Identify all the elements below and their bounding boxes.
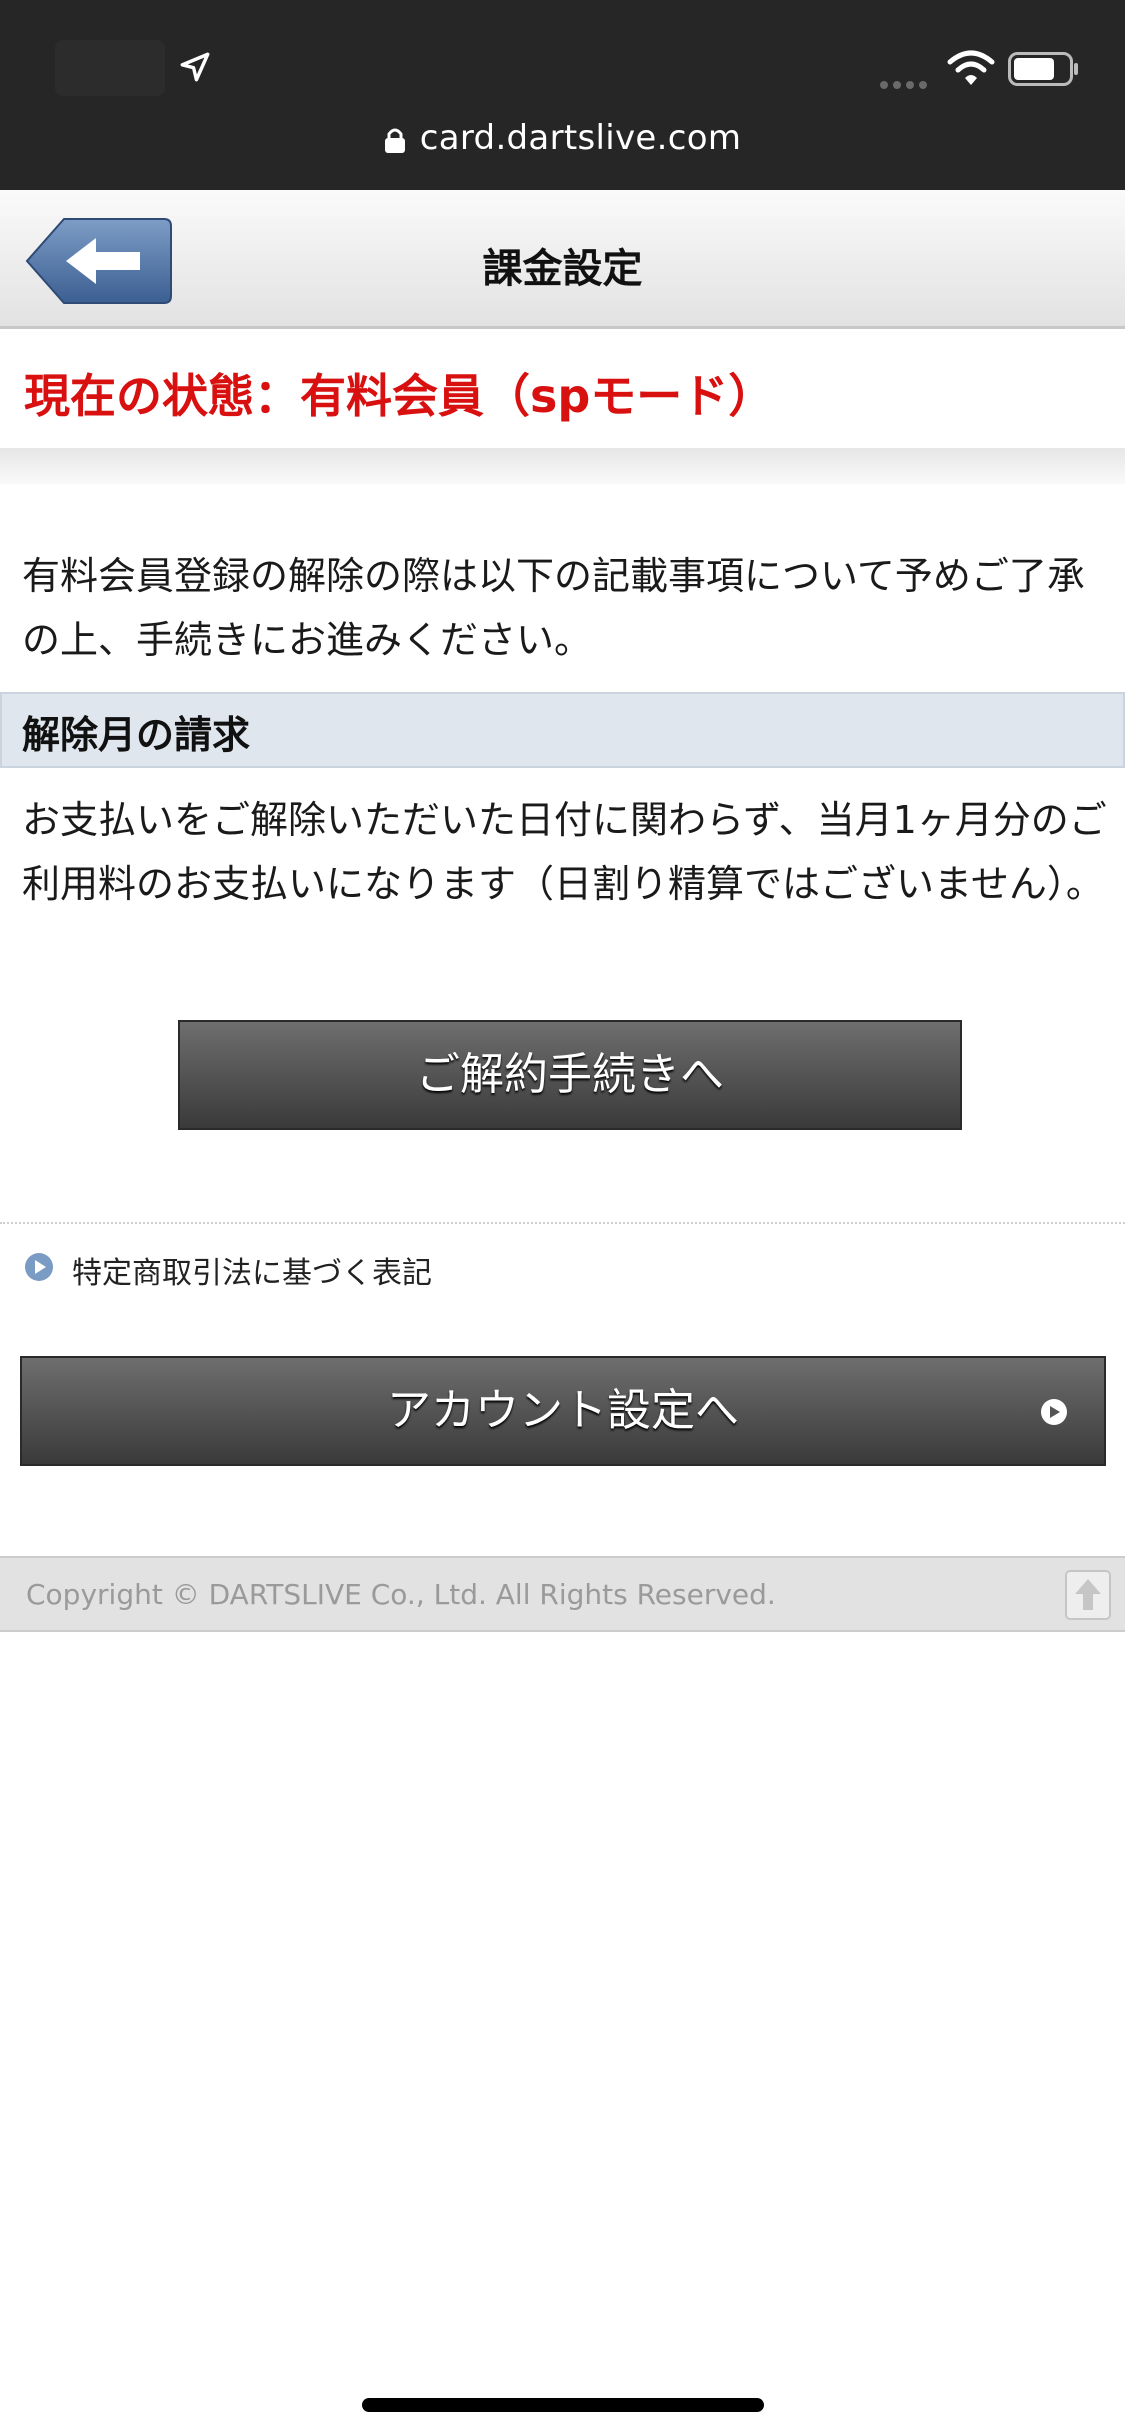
status-time-area <box>55 40 165 96</box>
billing-description: お支払いをご解除いただいた日付に関わらず、当月1ヶ月分のご利用料のお支払いになり… <box>22 798 1107 906</box>
scroll-to-top-button[interactable] <box>1065 1570 1111 1620</box>
play-arrow-icon <box>25 1253 53 1281</box>
play-arrow-icon <box>1041 1399 1067 1425</box>
url-text: card.dartslive.com <box>419 118 742 158</box>
cellular-signal-icon <box>880 74 932 93</box>
home-indicator <box>362 2398 764 2412</box>
status-bar: card.dartslive.com <box>0 0 1125 190</box>
wifi-icon <box>947 50 995 85</box>
url-bar[interactable]: card.dartslive.com <box>0 118 1125 158</box>
copyright-text: Copyright © DARTSLIVE Co., Ltd. All Righ… <box>26 1578 776 1611</box>
footer: Copyright © DARTSLIVE Co., Ltd. All Righ… <box>0 1556 1125 1632</box>
membership-status: 現在の状態：有料会員（spモード） <box>24 369 775 423</box>
cancel-procedure-button[interactable]: ご解約手続きへ <box>178 1020 962 1130</box>
location-arrow-icon <box>180 52 210 82</box>
page-header: 課金設定 <box>0 190 1125 329</box>
section-heading-label: 解除月の請求 <box>22 713 251 757</box>
account-settings-label: アカウント設定へ <box>387 1385 739 1436</box>
page-title: 課金設定 <box>482 246 643 292</box>
legal-notice-label: 特定商取引法に基づく表記 <box>72 1256 432 1291</box>
account-settings-button[interactable]: アカウント設定へ <box>20 1356 1106 1466</box>
intro-text: 有料会員登録の解除の際は以下の記載事項について予めご了承の上、手続きにお進みくだ… <box>22 554 1085 662</box>
battery-icon <box>1008 52 1078 86</box>
section-heading: 解除月の請求 <box>0 692 1125 768</box>
divider <box>0 448 1125 484</box>
divider <box>0 1222 1125 1224</box>
lock-icon <box>384 128 405 153</box>
